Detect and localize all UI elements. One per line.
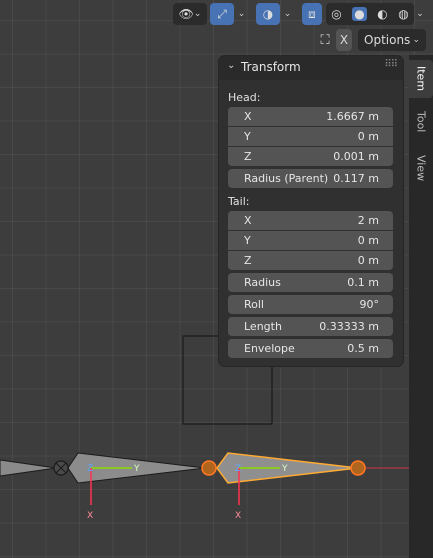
options-dropdown[interactable]: Options ⌄	[358, 29, 426, 51]
tab-item[interactable]: Item	[409, 60, 433, 98]
bone-right-selected	[201, 452, 366, 505]
shading-modes: ◎ ● ◐ ◍	[326, 3, 414, 25]
bone-left-x-label: X	[87, 511, 93, 521]
head-z-label: Z	[244, 150, 252, 163]
drag-handle-icon[interactable]: ⠿⠿	[384, 59, 398, 70]
head-y-label: Y	[244, 130, 251, 143]
bone-right-head-joint	[201, 460, 217, 476]
tab-item-label: Item	[414, 66, 428, 92]
tail-x-label: X	[244, 214, 252, 227]
chevron-down-icon: ⌄	[237, 9, 246, 19]
overlays-dropdown[interactable]: ⌄	[281, 3, 294, 25]
head-x-value: 1.6667 m	[326, 110, 379, 123]
mirror-x-toggle[interactable]: X	[336, 29, 352, 51]
material-shading-icon[interactable]: ◐	[377, 7, 387, 21]
shading-dropdown[interactable]: ⌄	[414, 3, 426, 25]
length-field[interactable]: Length 0.33333 m	[228, 317, 393, 336]
rendered-shading-icon[interactable]: ◍	[398, 7, 408, 21]
tail-y-label: Y	[244, 234, 251, 247]
radius-label: Radius	[244, 276, 281, 289]
bone-left-z-label: Z	[87, 464, 93, 474]
radius-value: 0.1 m	[347, 276, 379, 289]
gizmo-toggle[interactable]: ⤢	[210, 3, 234, 25]
roll-field[interactable]: Roll 90°	[228, 295, 393, 314]
tail-x-value: 2 m	[357, 214, 379, 227]
tab-view-label: View	[414, 154, 428, 182]
head-z-field[interactable]: Z 0.001 m	[228, 147, 393, 166]
wireframe-shading-icon[interactable]: ◎	[331, 7, 341, 21]
length-value: 0.33333 m	[319, 320, 379, 333]
collapse-chevron-icon[interactable]: ⌄	[227, 60, 235, 71]
xray-toggle[interactable]: ⧈	[302, 3, 322, 25]
overlays-toggle[interactable]: ◑	[256, 3, 280, 25]
transform-panel-header[interactable]: ⌄ Transform ⠿⠿	[219, 56, 403, 80]
solid-shading-icon[interactable]: ●	[352, 7, 367, 21]
panel-title: Transform	[241, 60, 301, 74]
visibility-dropdown[interactable]: 👁 ⌄	[173, 3, 207, 25]
head-z-value: 0.001 m	[333, 150, 379, 163]
envelope-value: 0.5 m	[347, 342, 379, 355]
transform-panel: ⌄ Transform ⠿⠿ Head: X 1.6667 m Y 0 m Z …	[219, 56, 403, 366]
transform-pivot-button[interactable]: ⛶	[316, 29, 334, 51]
bone-left	[0, 452, 206, 505]
head-y-field[interactable]: Y 0 m	[228, 127, 393, 146]
radius-parent-value: 0.117 m	[333, 172, 379, 185]
tail-section-label: Tail:	[228, 195, 250, 208]
bone-right-z-label: Z	[235, 464, 241, 474]
tail-x-field[interactable]: X 2 m	[228, 211, 393, 230]
radius-parent-field[interactable]: Radius (Parent) 0.117 m	[228, 169, 393, 188]
chevron-down-icon: ⌄	[193, 9, 202, 19]
roll-value: 90°	[359, 298, 380, 311]
eye-icon: 👁	[178, 7, 194, 21]
chevron-down-icon: ⌄	[283, 9, 292, 19]
xray-icon: ⧈	[308, 6, 316, 21]
tail-z-field[interactable]: Z 0 m	[228, 251, 393, 270]
roll-label: Roll	[244, 298, 264, 311]
tail-y-field[interactable]: Y 0 m	[228, 231, 393, 250]
bone-left-y-label: Y	[133, 464, 140, 474]
envelope-field[interactable]: Envelope 0.5 m	[228, 339, 393, 358]
mirror-icon: ⛶	[320, 32, 330, 48]
options-label: Options	[364, 33, 411, 47]
gizmo-dropdown[interactable]: ⌄	[235, 3, 248, 25]
tail-y-value: 0 m	[357, 234, 379, 247]
bone-right-y-label: Y	[281, 464, 288, 474]
chevron-down-icon: ⌄	[416, 9, 424, 19]
head-y-value: 0 m	[357, 130, 379, 143]
length-label: Length	[244, 320, 282, 333]
chevron-down-icon: ⌄	[412, 35, 420, 45]
head-x-field[interactable]: X 1.6667 m	[228, 107, 393, 126]
tab-view[interactable]: View	[409, 148, 433, 188]
envelope-label: Envelope	[244, 342, 295, 355]
tail-z-value: 0 m	[357, 254, 379, 267]
bone-left-prev-segment	[0, 459, 57, 477]
tail-z-label: Z	[244, 254, 252, 267]
mirror-x-label: X	[339, 33, 349, 47]
tab-tool-label: Tool	[414, 111, 428, 133]
radius-parent-label: Radius (Parent)	[244, 172, 329, 185]
head-section-label: Head:	[228, 91, 261, 104]
tab-tool[interactable]: Tool	[409, 102, 433, 142]
radius-field[interactable]: Radius 0.1 m	[228, 273, 393, 292]
bone-right-tail-joint	[350, 460, 366, 476]
gizmo-icon: ⤢	[217, 6, 227, 21]
bone-right-x-label: X	[235, 511, 241, 521]
head-x-label: X	[244, 110, 252, 123]
overlays-icon: ◑	[262, 7, 274, 21]
